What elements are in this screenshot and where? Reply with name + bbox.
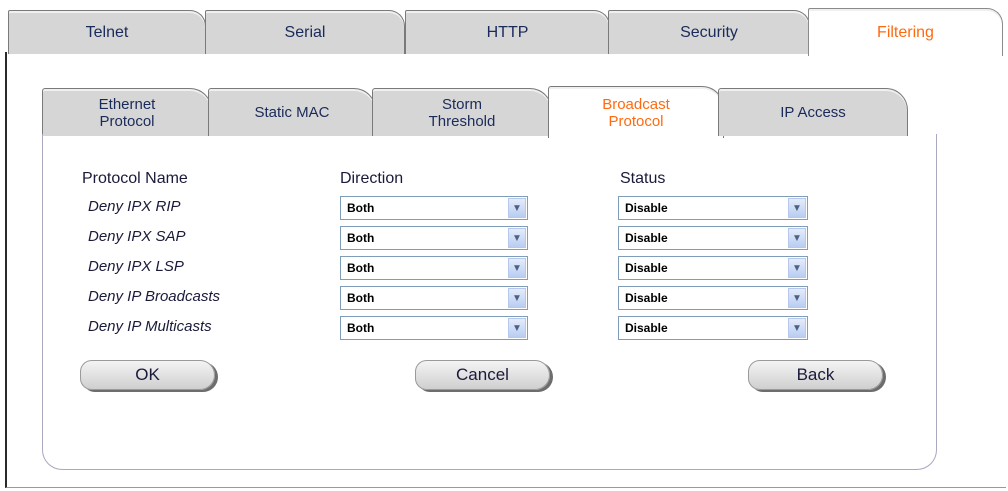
chevron-down-icon[interactable]: ▼ [508, 258, 526, 278]
direction-select[interactable]: Both ▼ [340, 256, 528, 280]
subtab-ethernet-protocol[interactable]: Ethernet Protocol [42, 88, 212, 136]
tab-serial[interactable]: Serial [205, 10, 405, 54]
chevron-down-icon[interactable]: ▼ [508, 288, 526, 308]
tab-label: Security [680, 23, 738, 41]
chevron-down-icon[interactable]: ▼ [508, 198, 526, 218]
direction-header: Direction [340, 170, 404, 187]
protocol-label: Deny IP Multicasts [88, 318, 212, 335]
select-value: Disable [625, 231, 668, 245]
select-value: Both [347, 261, 375, 275]
subtab-broadcast-protocol[interactable]: Broadcast Protocol [548, 86, 724, 138]
status-select[interactable]: Disable ▼ [618, 286, 808, 310]
status-select[interactable]: Disable ▼ [618, 226, 808, 250]
select-value: Disable [625, 261, 668, 275]
chevron-down-icon[interactable]: ▼ [788, 228, 806, 248]
tab-label: Filtering [877, 23, 934, 41]
chevron-down-icon[interactable]: ▼ [508, 228, 526, 248]
protocol-label: Deny IPX RIP [88, 198, 181, 215]
status-header: Status [620, 170, 666, 187]
tab-label: HTTP [486, 23, 529, 41]
select-value: Disable [625, 291, 668, 305]
select-value: Both [347, 291, 375, 305]
cancel-button[interactable]: Cancel [415, 360, 550, 390]
subtab-storm-threshold[interactable]: Storm Threshold [372, 88, 552, 136]
chevron-down-icon[interactable]: ▼ [508, 318, 526, 338]
select-value: Both [347, 231, 375, 245]
chevron-down-icon[interactable]: ▼ [788, 318, 806, 338]
direction-select[interactable]: Both ▼ [340, 196, 528, 220]
tab-label: Telnet [85, 23, 129, 41]
direction-select[interactable]: Both ▼ [340, 316, 528, 340]
subtab-label: Ethernet Protocol [98, 95, 156, 130]
select-value: Both [347, 201, 375, 215]
subtab-static-mac[interactable]: Static MAC [208, 88, 376, 136]
tab-telnet[interactable]: Telnet [8, 10, 206, 54]
subtab-ip-access[interactable]: IP Access [718, 88, 908, 136]
subtab-label: Broadcast Protocol [602, 95, 670, 130]
tab-label: Serial [284, 23, 326, 41]
select-value: Both [347, 321, 375, 335]
direction-select[interactable]: Both ▼ [340, 226, 528, 250]
protocol-label: Deny IPX SAP [88, 228, 186, 245]
protocol-label: Deny IP Broadcasts [88, 288, 221, 305]
status-select[interactable]: Disable ▼ [618, 316, 808, 340]
protocol-name-header: Protocol Name [82, 170, 188, 187]
subtab-label: IP Access [780, 104, 846, 121]
subtab-label: Static MAC [254, 104, 330, 121]
back-button[interactable]: Back [748, 360, 883, 390]
ok-button[interactable]: OK [80, 360, 215, 390]
chevron-down-icon[interactable]: ▼ [788, 258, 806, 278]
tab-http[interactable]: HTTP [405, 10, 610, 54]
status-select[interactable]: Disable ▼ [618, 256, 808, 280]
tab-security[interactable]: Security [608, 10, 810, 54]
chevron-down-icon[interactable]: ▼ [788, 198, 806, 218]
select-value: Disable [625, 201, 668, 215]
tab-filtering[interactable]: Filtering [808, 8, 1003, 56]
status-select[interactable]: Disable ▼ [618, 196, 808, 220]
select-value: Disable [625, 321, 668, 335]
chevron-down-icon[interactable]: ▼ [788, 288, 806, 308]
subtab-label: Storm Threshold [428, 95, 496, 130]
direction-select[interactable]: Both ▼ [340, 286, 528, 310]
protocol-label: Deny IPX LSP [88, 258, 184, 275]
